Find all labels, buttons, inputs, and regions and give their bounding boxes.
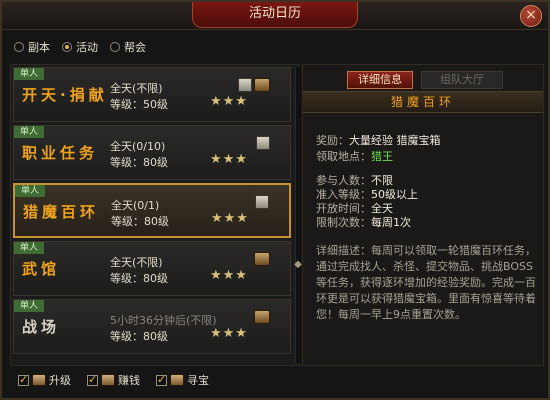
location-link[interactable]: 猎王: [371, 150, 393, 163]
req-level-label: 准入等级：: [316, 188, 371, 201]
participants-line: 参与人数：不限: [316, 173, 393, 188]
activity-list: 单人 开天·捐献 全天(不限) 等级：50级 ★★★ 单人 职业任务 全天(0/…: [10, 64, 302, 366]
activity-entry-demon-hunt[interactable]: 单人 猎魔百环 全天(0/1) 等级：80级 ★★★: [13, 183, 291, 238]
reward-line: 奖励：大量经验 猎魔宝箱: [316, 133, 441, 148]
details-panel: 详细信息 组队大厅 猎魔百环 奖励：大量经验 猎魔宝箱 领取地点：猎王 参与人数…: [302, 64, 544, 366]
activity-name: 开天·捐献: [22, 86, 108, 104]
difficulty-stars: ★★★: [210, 152, 248, 167]
activity-calendar-window: 活动日历 × 副本 活动 帮会 单人 开天·捐献 全天(不限) 等级：50级 ★…: [0, 0, 550, 400]
checkbox: [87, 373, 98, 386]
activity-time: 全天(0/10): [110, 140, 166, 153]
reward-label: 奖励：: [316, 134, 349, 147]
activity-time: 全天(不限): [110, 256, 163, 269]
filter-upgrade-label: 升级: [49, 374, 71, 387]
radio-dungeon-label: 副本: [28, 41, 50, 54]
radio-guild[interactable]: 帮会: [110, 38, 146, 56]
tab-details[interactable]: 详细信息: [347, 71, 413, 89]
activity-description: 详细描述：每周可以领取一轮猎魔百环任务，通过完成找人、杀怪、提交物品、挑战BOS…: [316, 244, 536, 321]
limit-line: 限制次数：每周1次: [316, 215, 411, 230]
difficulty-stars: ★★★: [211, 211, 249, 226]
radio-guild-label: 帮会: [124, 41, 146, 54]
req-level-line: 准入等级：50级以上: [316, 187, 418, 202]
list-scrollbar[interactable]: [295, 67, 301, 363]
difficulty-stars: ★★★: [210, 326, 248, 341]
money-icon: [254, 252, 270, 266]
limit-label: 限制次数：: [316, 216, 371, 229]
close-button[interactable]: ×: [520, 5, 542, 27]
book-icon: [255, 195, 269, 209]
filter-earn-label: 赚钱: [118, 374, 140, 387]
money-icon: [101, 374, 115, 386]
book-icon: [32, 374, 46, 386]
filter-row: 升级 赚钱 寻宝: [18, 372, 209, 388]
window-title: 活动日历: [192, 2, 358, 28]
activity-entry-martial-hall[interactable]: 单人 武馆 全天(不限) 等级：80级 ★★★: [13, 241, 291, 296]
open-time-value: 全天: [371, 202, 393, 215]
tag-solo: 单人: [14, 68, 44, 80]
activity-entry-donation[interactable]: 单人 开天·捐献 全天(不限) 等级：50级 ★★★: [13, 67, 291, 122]
open-time-label: 开放时间：: [316, 202, 371, 215]
activity-name: 战场: [22, 318, 61, 336]
radio-activity[interactable]: 活动: [62, 38, 98, 56]
tag-solo: 单人: [15, 185, 45, 197]
treasure-icon: [254, 310, 270, 324]
filter-treasure-label: 寻宝: [187, 374, 209, 387]
activity-entry-class-quest[interactable]: 单人 职业任务 全天(0/10) 等级：80级 ★★★: [13, 125, 291, 180]
activity-time: 全天(0/1): [111, 199, 160, 212]
req-level-value: 50级以上: [371, 188, 418, 201]
book-icon: [238, 78, 252, 92]
activity-name: 猎魔百环: [23, 203, 100, 221]
participants-label: 参与人数：: [316, 174, 371, 187]
treasure-icon: [170, 374, 184, 386]
checkbox: [156, 373, 167, 386]
filter-upgrade[interactable]: 升级: [18, 372, 71, 388]
radio-circle: [110, 42, 120, 52]
tag-solo: 单人: [14, 126, 44, 138]
radio-dungeon[interactable]: 副本: [14, 38, 50, 56]
location-label: 领取地点：: [316, 150, 371, 163]
chest-icon: [254, 78, 270, 92]
filter-treasure[interactable]: 寻宝: [156, 372, 209, 388]
tag-solo: 单人: [14, 300, 44, 312]
activity-entry-battlefield[interactable]: 单人 战场 5小时36分钟后(不限) 等级：80级 ★★★: [13, 299, 291, 354]
activity-name: 武馆: [22, 260, 61, 278]
details-header: 猎魔百环: [303, 91, 543, 113]
participants-value: 不限: [371, 174, 393, 187]
activity-level: 等级：80级: [110, 156, 168, 169]
book-icon: [256, 136, 270, 150]
filter-earn[interactable]: 赚钱: [87, 372, 140, 388]
activity-time: 全天(不限): [110, 82, 163, 95]
difficulty-stars: ★★★: [210, 94, 248, 109]
activity-time: 5小时36分钟后(不限): [110, 314, 217, 327]
activity-level: 等级：80级: [110, 272, 168, 285]
tab-team-lobby[interactable]: 组队大厅: [421, 71, 503, 89]
location-line: 领取地点：猎王: [316, 149, 393, 164]
activity-level: 等级：80级: [110, 330, 168, 343]
activity-level: 等级：50级: [110, 98, 168, 111]
radio-circle-selected: [62, 42, 72, 52]
reward-value: 大量经验 猎魔宝箱: [349, 134, 441, 147]
tag-solo: 单人: [14, 242, 44, 254]
checkbox: [18, 373, 29, 386]
radio-activity-label: 活动: [76, 41, 98, 54]
activity-name: 职业任务: [22, 144, 99, 162]
limit-value: 每周1次: [371, 216, 411, 229]
difficulty-stars: ★★★: [210, 268, 248, 283]
open-time-line: 开放时间：全天: [316, 201, 393, 216]
category-radio-group: 副本 活动 帮会: [14, 38, 146, 56]
activity-level: 等级：80级: [111, 215, 169, 228]
title-bar: 活动日历 ×: [2, 2, 548, 30]
radio-circle: [14, 42, 24, 52]
